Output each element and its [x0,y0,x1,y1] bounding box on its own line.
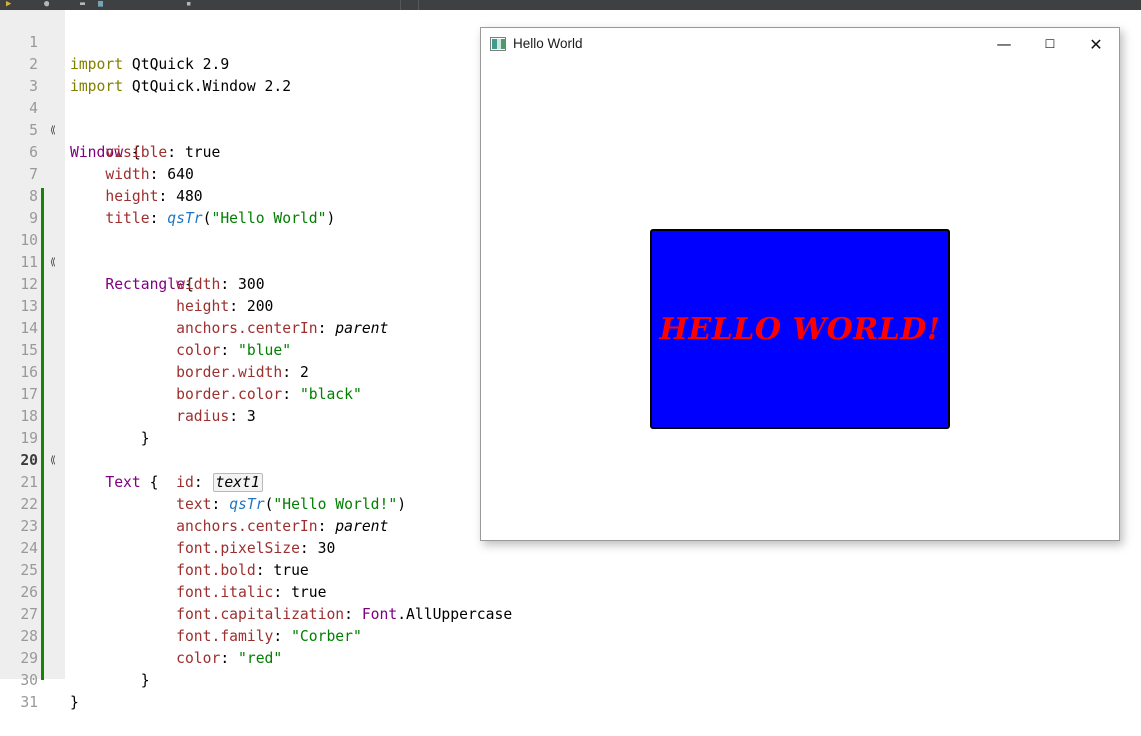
token-brace: } [70,694,79,711]
app-window-title: Hello World [513,36,583,51]
app-titlebar[interactable]: Hello World — ☐ ✕ [481,28,1119,61]
qml-rectangle: HELLO WORLD! [650,229,950,429]
code-line: 29 } [0,626,1141,689]
line-content: } [70,692,79,714]
icon-swatch-green [501,39,505,49]
code-line: 30 } [0,648,1141,711]
line-number: 31 [20,694,38,711]
code-line: 27 font.family: "Corber" [0,582,1141,645]
toolbar-separator [418,0,419,10]
minimize-button[interactable]: — [981,28,1027,61]
code-line: 28 color: "red" [0,604,1141,667]
project-icon[interactable]: ▪ [186,0,191,10]
run-icon[interactable]: ▶ [6,0,11,10]
code-line: 25 font.italic: true [0,538,1141,601]
ide-toolbar: ▶ ● ▬ ▦ ▪ [0,0,1141,10]
debug-icon[interactable]: ● [44,0,49,10]
maximize-button[interactable]: ☐ [1027,28,1073,61]
kit-selector-icon[interactable]: ▦ [98,0,103,10]
app-image-icon [490,37,506,51]
qml-hello-world-text: HELLO WORLD! [659,311,941,347]
app-client-area: HELLO WORLD! [481,61,1119,540]
close-button[interactable]: ✕ [1073,28,1119,61]
code-line: 26 font.capitalization: Font.AllUppercas… [0,560,1141,623]
code-line: 31 [0,670,1141,711]
build-icon[interactable]: ▬ [80,0,85,10]
hello-world-app-window[interactable]: Hello World — ☐ ✕ HELLO WORLD! [480,27,1120,541]
toolbar-separator [400,0,401,10]
